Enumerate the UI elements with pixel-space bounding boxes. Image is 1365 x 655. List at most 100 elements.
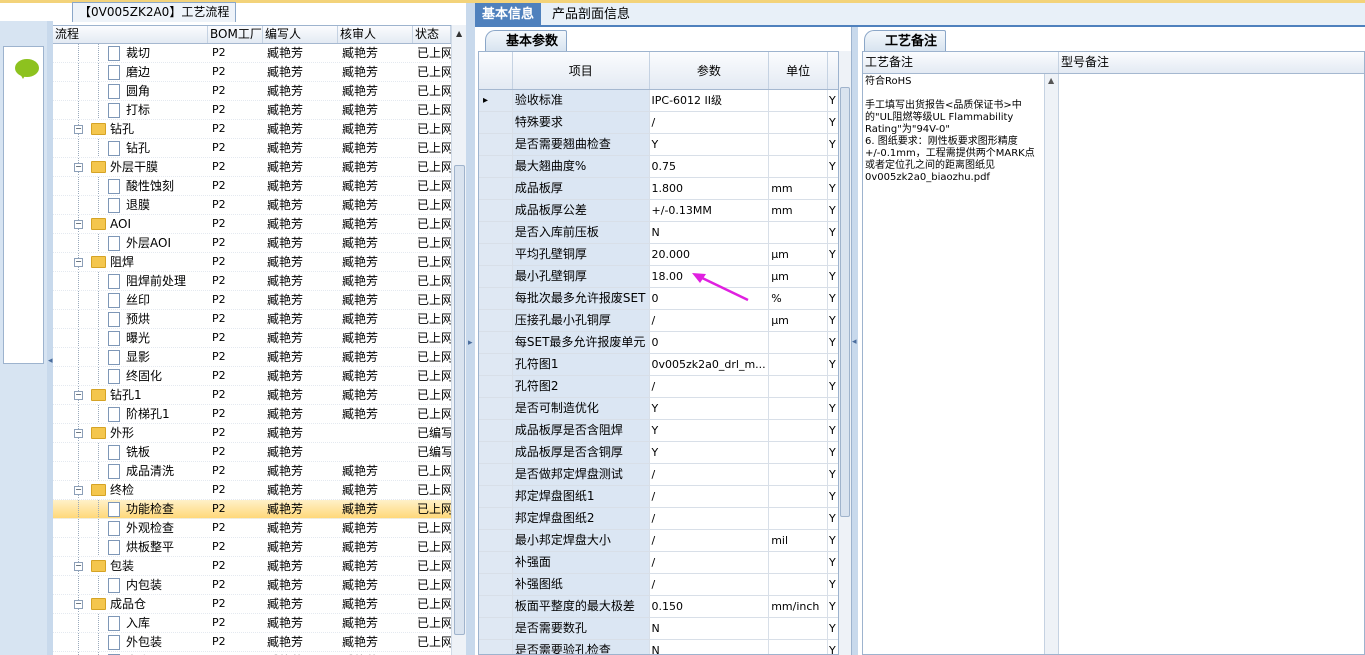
tree-row[interactable]: 成品清洗 P2 臧艳芳 臧艳芳 已上网 (53, 462, 466, 481)
param-row[interactable]: 是否可制造优化 Y Y (479, 398, 838, 420)
param-row[interactable]: 成品板厚 1.800 mm Y (479, 178, 838, 200)
tree-node-cell[interactable]: 成品清洗 (53, 462, 208, 480)
row-indicator[interactable] (479, 112, 513, 133)
param-unit-cell[interactable] (769, 552, 829, 573)
tree-node-cell[interactable]: 外层AOI (53, 234, 208, 252)
tree-node-cell[interactable]: 预烘 (53, 310, 208, 328)
tree-node-cell[interactable]: 酸性蚀刻 (53, 177, 208, 195)
tree-node-cell[interactable]: 终固化 (53, 367, 208, 385)
col-header-process-notes[interactable]: 工艺备注 (863, 52, 1059, 73)
param-row[interactable]: 是否需要翘曲检查 Y Y (479, 134, 838, 156)
tree-node-cell[interactable]: − 外形 (53, 424, 208, 442)
param-unit-cell[interactable] (769, 486, 829, 507)
col-header-status[interactable]: 状态 (413, 26, 451, 43)
param-row[interactable]: 压接孔最小孔铜厚 / μm Y (479, 310, 838, 332)
row-indicator[interactable] (479, 464, 513, 485)
param-value-cell[interactable]: Y (650, 398, 770, 419)
param-unit-cell[interactable] (769, 90, 829, 111)
tree-row[interactable]: 外包装 P2 臧艳芳 臧艳芳 已上网 (53, 633, 466, 652)
tree-row[interactable]: − 外形 P2 臧艳芳 已编写 (53, 424, 466, 443)
param-row[interactable]: 最小邦定焊盘大小 / mil Y (479, 530, 838, 552)
param-value-cell[interactable]: 0v005zk2a0_drl_m... (650, 354, 770, 375)
row-indicator[interactable] (479, 310, 513, 331)
param-value-cell[interactable]: / (650, 310, 770, 331)
tree-row[interactable]: 内包装 P2 臧艳芳 臧艳芳 已上网 (53, 576, 466, 595)
tree-scrollbar[interactable]: ▲ (451, 25, 466, 655)
row-indicator[interactable] (479, 420, 513, 441)
param-unit-cell[interactable]: mm (769, 200, 829, 221)
param-unit-cell[interactable] (769, 332, 829, 353)
param-unit-cell[interactable] (769, 618, 829, 639)
tree-row[interactable]: 磨边 P2 臧艳芳 臧艳芳 已上网 (53, 63, 466, 82)
tree-node-cell[interactable]: 功能检查 (53, 500, 208, 518)
col-header-model-notes[interactable]: 型号备注 (1059, 52, 1364, 73)
row-indicator[interactable] (479, 288, 513, 309)
tree-row[interactable]: 钻孔 P2 臧艳芳 臧艳芳 已上网 (53, 139, 466, 158)
col-header-reviewer[interactable]: 核审人 (338, 26, 413, 43)
param-row[interactable]: 是否需要数孔 N Y (479, 618, 838, 640)
param-value-cell[interactable]: +/-0.13MM (650, 200, 770, 221)
tree-node-cell[interactable]: − 钻孔1 (53, 386, 208, 404)
param-value-cell[interactable]: Y (650, 420, 770, 441)
tree-node-cell[interactable]: 外观检查 (53, 519, 208, 537)
col-header-unit[interactable]: 单位 (769, 52, 829, 89)
tree-node-cell[interactable]: 裁切 (53, 44, 208, 62)
param-unit-cell[interactable] (769, 442, 829, 463)
param-value-cell[interactable]: 1.800 (650, 178, 770, 199)
col-header-writer[interactable]: 编写人 (263, 26, 338, 43)
col-header-item[interactable]: 项目 (513, 52, 650, 89)
tree-node-cell[interactable]: 外包装 (53, 633, 208, 651)
tree-row[interactable]: − AOI P2 臧艳芳 臧艳芳 已上网 (53, 215, 466, 234)
param-unit-cell[interactable]: μm (769, 310, 829, 331)
row-indicator[interactable] (479, 354, 513, 375)
tree-row[interactable]: − 钻孔 P2 臧艳芳 臧艳芳 已上网 (53, 120, 466, 139)
row-indicator[interactable] (479, 266, 513, 287)
tree-node-cell[interactable]: − 终检 (53, 481, 208, 499)
param-value-cell[interactable]: / (650, 552, 770, 573)
param-row[interactable]: 平均孔壁铜厚 20.000 μm Y (479, 244, 838, 266)
row-indicator[interactable] (479, 376, 513, 397)
tree-node-cell[interactable]: 退膜 (53, 196, 208, 214)
tree-row[interactable]: 打标 P2 臧艳芳 臧艳芳 已上网 (53, 101, 466, 120)
tree-row[interactable]: 阶梯孔1 P2 臧艳芳 臧艳芳 已上网 (53, 405, 466, 424)
param-row[interactable]: 最小孔壁铜厚 18.00 μm Y (479, 266, 838, 288)
tab-profile-info[interactable]: 产品剖面信息 (545, 3, 637, 27)
tree-row[interactable]: 圆角 P2 臧艳芳 臧艳芳 已上网 (53, 82, 466, 101)
collapse-toggle-icon[interactable]: − (74, 258, 83, 267)
row-indicator[interactable] (479, 486, 513, 507)
param-row[interactable]: 成品板厚公差 +/-0.13MM mm Y (479, 200, 838, 222)
tree-row[interactable]: 终固化 P2 臧艳芳 臧艳芳 已上网 (53, 367, 466, 386)
tree-node-cell[interactable]: − 成品仓 (53, 595, 208, 613)
tree-row[interactable]: 裁切 P2 臧艳芳 臧艳芳 已上网 (53, 44, 466, 63)
param-row[interactable]: 是否入库前压板 N Y (479, 222, 838, 244)
tab-basic-info[interactable]: 基本信息 (475, 3, 542, 27)
tree-row[interactable]: 外层AOI P2 臧艳芳 臧艳芳 已上网 (53, 234, 466, 253)
params-scroll-thumb[interactable] (840, 87, 850, 517)
tree-node-cell[interactable]: 内包装 (53, 576, 208, 594)
row-indicator[interactable] (479, 156, 513, 177)
param-row[interactable]: 每批次最多允许报废SET 0% Y (479, 288, 838, 310)
tree-row[interactable]: − 外层干膜 P2 臧艳芳 臧艳芳 已上网 (53, 158, 466, 177)
param-row[interactable]: 特殊要求 / Y (479, 112, 838, 134)
tab-basic-params[interactable]: 基本参数 (485, 30, 568, 51)
param-unit-cell[interactable]: mm/inch (769, 596, 829, 617)
param-unit-cell[interactable] (769, 574, 829, 595)
row-indicator[interactable] (479, 222, 513, 243)
param-value-cell[interactable]: / (650, 530, 770, 551)
collapse-toggle-icon[interactable]: − (74, 429, 83, 438)
middle-splitter[interactable]: ▸ (466, 3, 475, 655)
tree-node-cell[interactable]: − 钻孔 (53, 120, 208, 138)
param-unit-cell[interactable]: % (769, 288, 829, 309)
row-indicator[interactable] (479, 574, 513, 595)
param-unit-cell[interactable]: mm (769, 178, 829, 199)
param-value-cell[interactable]: 0.75 (650, 156, 770, 177)
param-unit-cell[interactable] (769, 508, 829, 529)
param-unit-cell[interactable] (769, 464, 829, 485)
param-row[interactable]: 补强图纸 / Y (479, 574, 838, 596)
param-unit-cell[interactable] (769, 376, 829, 397)
tree-node-cell[interactable]: 铣板 (53, 443, 208, 461)
col-header-bom[interactable]: BOM工厂 (208, 26, 263, 43)
param-row[interactable]: 板面平整度的最大极差 0.150 mm/inch Y (479, 596, 838, 618)
tree-row[interactable]: − 终检 P2 臧艳芳 臧艳芳 已上网 (53, 481, 466, 500)
param-row[interactable]: 是否做邦定焊盘测试 / Y (479, 464, 838, 486)
